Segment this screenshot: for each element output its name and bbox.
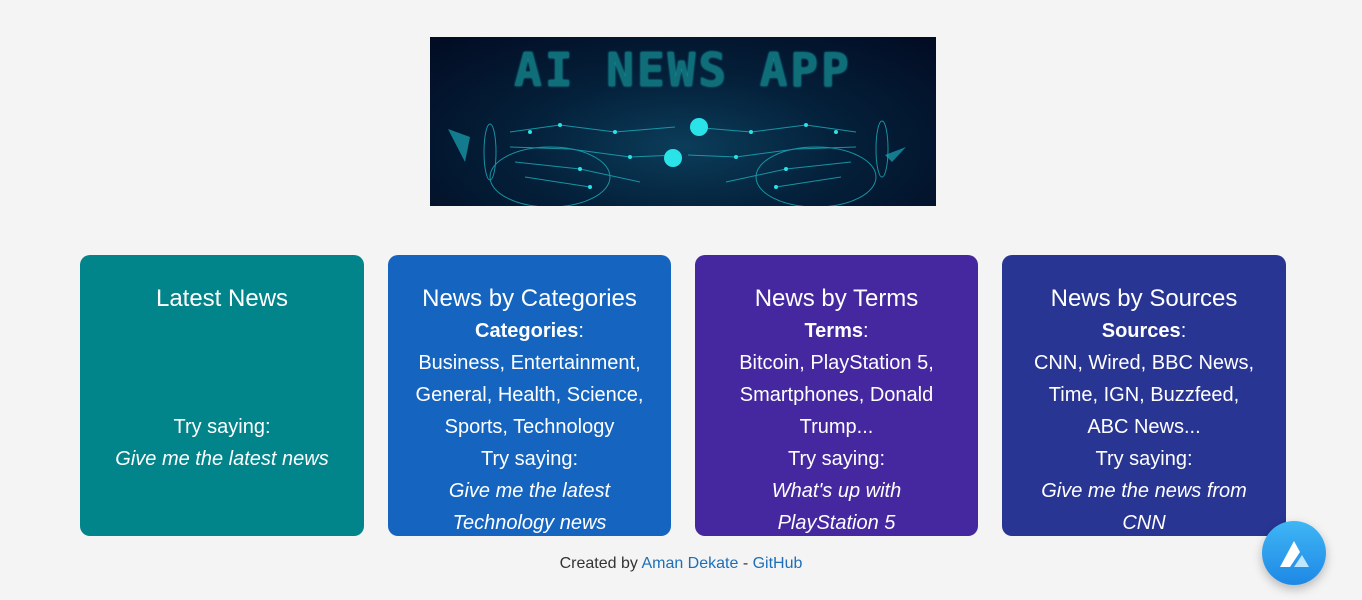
try-saying-label: Try saying: [480,448,579,470]
news-by-sources-card[interactable]: News by Sources Sources: CNN, Wired, BBC… [1002,255,1286,536]
author-link[interactable]: Aman Dekate [641,555,738,572]
info-heading: Sources: [1101,320,1187,342]
info-heading: Terms: [804,320,869,342]
info-heading: Categories: [475,320,584,342]
app-banner: AI NEWS APP [430,37,936,206]
info-line: Business, Entertainment, [418,352,641,374]
news-by-terms-card[interactable]: News by Terms Terms: Bitcoin, PlayStatio… [695,255,978,536]
info-line: Bitcoin, PlayStation 5, [739,352,934,374]
try-saying-label: Try saying: [173,416,271,438]
info-line: Sports, Technology [444,416,615,438]
try-saying-label: Try saying: [787,448,886,470]
example-phrase: CNN [1122,512,1166,534]
info-line: Trump... [799,416,874,438]
card-title: News by Terms [754,285,919,312]
info-line: ABC News... [1087,416,1201,438]
example-phrase: Give me the latest news [115,448,329,470]
footer-prefix: Created by [559,555,642,572]
github-link[interactable]: GitHub [753,555,803,572]
example-phrase: Technology news [452,512,607,534]
card-title: News by Categories [422,285,637,312]
footer-separator: - [738,555,753,572]
example-phrase: What's up with [771,480,902,502]
info-line: CNN, Wired, BBC News, [1033,352,1255,374]
footer: Created by Aman Dekate - GitHub [0,555,1362,573]
latest-news-card[interactable]: Latest News Try saying: Give me the late… [80,255,364,536]
example-phrase: Give me the latest [448,480,611,502]
card-title: Latest News [155,285,289,312]
info-line: General, Health, Science, [415,384,644,406]
info-line: Smartphones, Donald [739,384,934,406]
try-saying-label: Try saying: [1095,448,1193,470]
news-by-categories-card[interactable]: News by Categories Categories: Business,… [388,255,671,536]
example-phrase: PlayStation 5 [777,512,896,534]
info-line: Time, IGN, Buzzfeed, [1048,384,1240,406]
card-title: News by Sources [1050,285,1238,312]
alan-logo-icon [1280,541,1309,567]
banner-title: AI NEWS APP [514,43,852,97]
example-phrase: Give me the news from [1041,480,1247,502]
voice-assistant-button[interactable] [1262,521,1326,585]
